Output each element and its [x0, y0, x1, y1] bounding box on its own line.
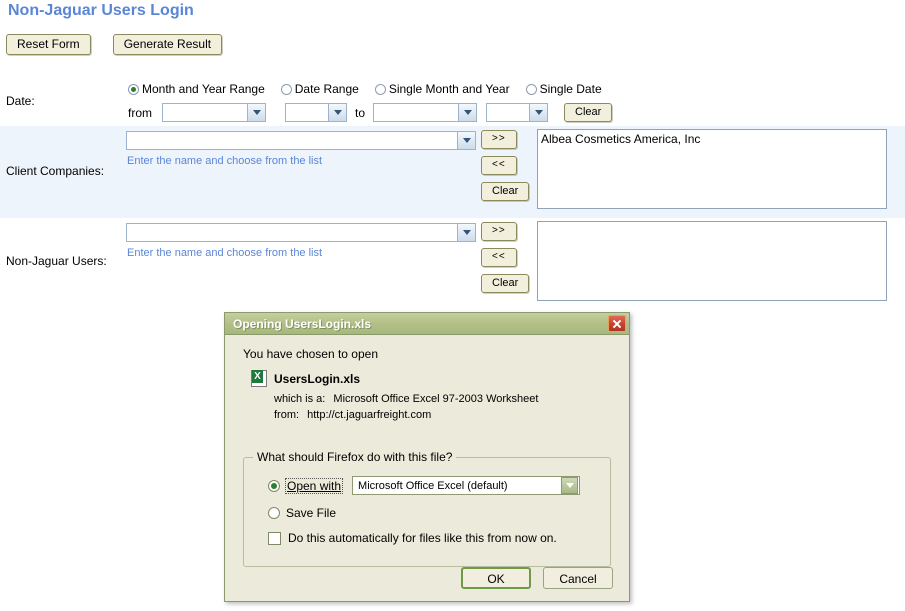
cancel-button[interactable]: Cancel — [543, 567, 613, 589]
open-with-application-select[interactable]: Microsoft Office Excel (default) — [352, 476, 581, 495]
non-jaguar-users-selected-list[interactable] — [537, 221, 887, 301]
non-jaguar-users-remove-button[interactable]: << — [481, 248, 517, 267]
chevron-down-icon[interactable] — [328, 104, 346, 121]
chevron-down-icon[interactable] — [247, 104, 265, 121]
handling-groupbox: What should Firefox do with this file? O… — [243, 450, 611, 567]
client-companies-input-value — [127, 132, 457, 149]
open-with-application-value: Microsoft Office Excel (default) — [358, 479, 508, 492]
date-range-select[interactable] — [285, 103, 347, 122]
radio-open-with-label: Open with — [284, 477, 344, 494]
chevron-down-icon[interactable] — [529, 104, 548, 121]
date-controls-line: from to Clear — [128, 103, 613, 122]
chevron-down-icon[interactable] — [457, 224, 475, 241]
file-type-label: which is a: — [274, 393, 326, 405]
client-companies-clear-button[interactable]: Clear — [481, 182, 530, 201]
page-title: Non-Jaguar Users Login — [8, 2, 194, 19]
file-name: UsersLogin.xls — [274, 371, 361, 386]
form-toolbar: Reset Form Generate Result — [6, 34, 223, 55]
radio-month-and-year-range[interactable]: Month and Year Range — [128, 82, 265, 96]
client-companies-input[interactable] — [126, 131, 476, 150]
file-type-value: Microsoft Office Excel 97-2003 Worksheet — [333, 393, 539, 405]
radio-single-date[interactable]: Single Date — [525, 82, 602, 96]
to-label: to — [355, 105, 366, 120]
radio-open-with-indicator[interactable] — [268, 479, 280, 492]
open-with-text: Open with — [287, 478, 342, 493]
radio-single-date-indicator[interactable] — [525, 83, 537, 95]
client-companies-remove-button[interactable]: << — [481, 156, 517, 175]
ok-button[interactable]: OK — [461, 567, 531, 589]
radio-month-and-year-range-indicator[interactable] — [128, 83, 139, 95]
chevron-down-icon[interactable] — [561, 477, 579, 494]
radio-date-range-label: Date Range — [294, 82, 359, 96]
client-companies-selected-list[interactable]: Albea Cosmetics America, Inc — [537, 129, 887, 209]
radio-month-and-year-range-label: Month and Year Range — [142, 82, 265, 96]
list-item[interactable]: Albea Cosmetics America, Inc — [541, 132, 883, 147]
single-month-year-select[interactable] — [373, 103, 478, 122]
from-label: from — [128, 105, 152, 120]
radio-save-file-label: Save File — [286, 506, 337, 520]
non-jaguar-users-clear-button[interactable]: Clear — [481, 274, 530, 293]
do-this-automatically-checkbox[interactable] — [268, 531, 281, 545]
opening-file-dialog: Opening UsersLogin.xls You have chosen t… — [224, 312, 630, 602]
chevron-down-icon[interactable] — [457, 132, 475, 149]
single-date-select[interactable] — [486, 103, 549, 122]
file-type-line: which is a: Microsoft Office Excel 97-20… — [274, 391, 613, 407]
file-origin-label: from: — [274, 409, 300, 421]
dialog-titlebar: Opening UsersLogin.xls — [225, 313, 629, 335]
date-row: Date: Month and Year Range Date Range Si… — [0, 78, 905, 124]
save-file-row[interactable]: Save File — [268, 506, 610, 520]
radio-single-month-and-year[interactable]: Single Month and Year — [374, 82, 510, 96]
excel-file-icon — [251, 370, 267, 387]
date-mode-radio-group: Month and Year Range Date Range Single M… — [128, 82, 618, 96]
non-jaguar-users-hint: Enter the name and choose from the list — [127, 247, 323, 259]
dialog-title: Opening UsersLogin.xls — [233, 316, 372, 331]
reset-form-button[interactable]: Reset Form — [6, 34, 91, 55]
client-companies-label: Client Companies: — [6, 164, 105, 178]
single-month-year-select-value — [374, 104, 459, 121]
handling-groupbox-legend: What should Firefox do with this file? — [253, 450, 457, 464]
client-companies-button-stack: >> << Clear — [481, 130, 530, 201]
month-year-range-select[interactable] — [162, 103, 266, 122]
file-summary: UsersLogin.xls — [251, 370, 613, 387]
date-row-label: Date: — [6, 94, 35, 108]
file-origin-value: http://ct.jaguarfreight.com — [307, 409, 432, 421]
date-clear-button[interactable]: Clear — [564, 103, 613, 122]
do-this-automatically-row[interactable]: Do this automatically for files like thi… — [268, 531, 610, 545]
client-companies-hint: Enter the name and choose from the list — [127, 155, 323, 167]
radio-date-range-indicator[interactable] — [280, 83, 292, 95]
dialog-body: You have chosen to open UsersLogin.xls w… — [225, 335, 629, 601]
close-icon[interactable] — [608, 315, 626, 332]
chosen-to-open-text: You have chosen to open — [243, 347, 379, 361]
file-origin-line: from: http://ct.jaguarfreight.com — [274, 407, 613, 423]
non-jaguar-users-label: Non-Jaguar Users: — [6, 254, 107, 268]
client-companies-add-button[interactable]: >> — [481, 130, 517, 149]
non-jaguar-users-input-value — [127, 224, 457, 241]
do-this-automatically-label: Do this automatically for files like thi… — [288, 531, 557, 545]
dialog-footer: OK Cancel — [461, 567, 613, 589]
month-year-range-select-value — [163, 104, 247, 121]
radio-save-file-indicator[interactable] — [268, 507, 280, 519]
single-date-select-value — [487, 104, 530, 121]
radio-single-month-and-year-label: Single Month and Year — [388, 82, 510, 96]
file-meta: which is a: Microsoft Office Excel 97-20… — [274, 391, 613, 423]
non-jaguar-users-button-stack: >> << Clear — [481, 222, 530, 293]
date-range-select-value — [286, 104, 328, 121]
non-jaguar-users-input[interactable] — [126, 223, 476, 242]
open-with-row[interactable]: Open with Microsoft Office Excel (defaul… — [268, 476, 610, 495]
radio-single-date-label: Single Date — [539, 82, 602, 96]
chevron-down-icon[interactable] — [458, 104, 477, 121]
client-companies-row: Client Companies: Enter the name and cho… — [0, 126, 905, 218]
radio-single-month-and-year-indicator[interactable] — [374, 83, 386, 95]
generate-result-button[interactable]: Generate Result — [112, 34, 223, 55]
radio-date-range[interactable]: Date Range — [280, 82, 359, 96]
non-jaguar-users-row: Non-Jaguar Users: Enter the name and cho… — [0, 218, 905, 306]
non-jaguar-users-add-button[interactable]: >> — [481, 222, 517, 241]
